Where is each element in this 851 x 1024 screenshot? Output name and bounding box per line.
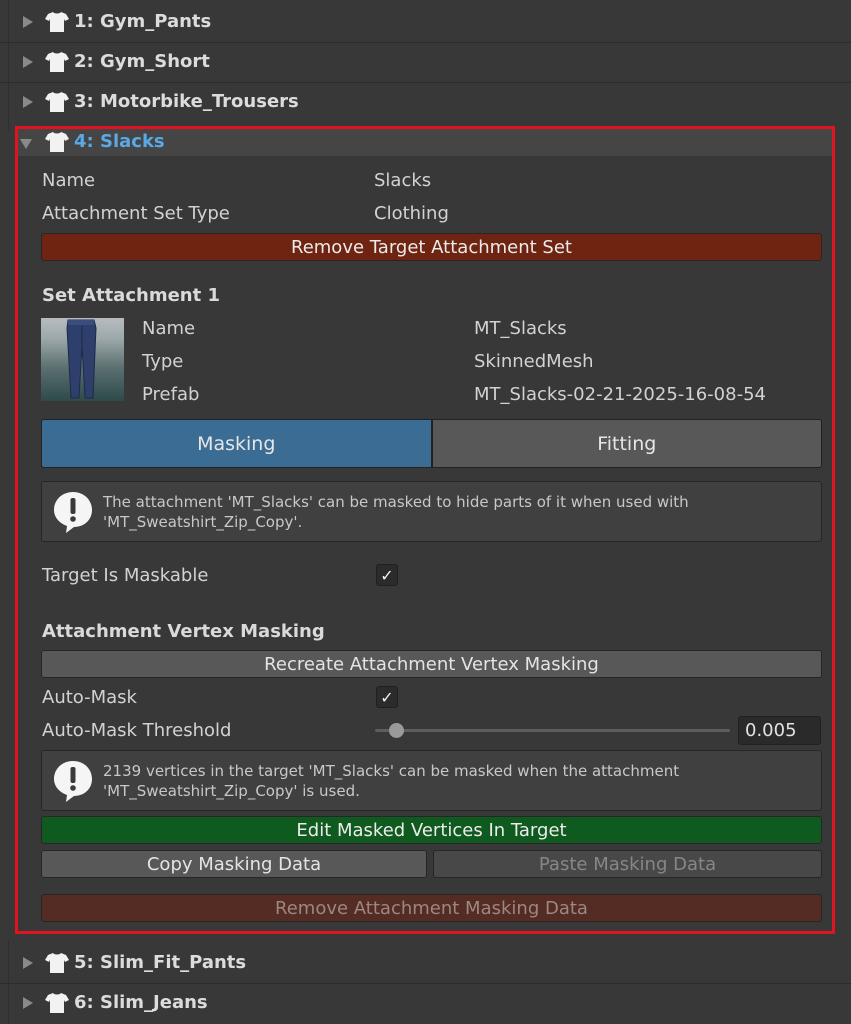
tshirt-icon <box>45 92 69 112</box>
attachment-name-value: MT_Slacks <box>474 318 567 339</box>
vertices-info-text: 2139 vertices in the target 'MT_Slacks' … <box>103 762 680 800</box>
tree-item-label: 2: Gym_Short <box>74 51 210 72</box>
auto-mask-threshold-label: Auto-Mask Threshold <box>42 720 232 741</box>
remove-masking-data-button[interactable]: Remove Attachment Masking Data <box>41 894 822 922</box>
info-icon <box>54 761 92 802</box>
attachment-prefab-label: Prefab <box>142 384 200 405</box>
vertices-info-box: 2139 vertices in the target 'MT_Slacks' … <box>41 750 822 811</box>
auto-mask-label: Auto-Mask <box>42 687 137 708</box>
expand-arrow-icon[interactable] <box>23 957 33 969</box>
info-icon <box>54 492 92 533</box>
tree-item-motorbike-trousers[interactable]: 3: Motorbike_Trousers <box>0 82 851 122</box>
tshirt-icon <box>45 12 69 32</box>
tshirt-icon <box>45 132 69 152</box>
target-is-maskable-checkbox[interactable]: ✓ <box>376 564 398 586</box>
expand-arrow-icon[interactable] <box>23 56 33 68</box>
collapse-arrow-icon[interactable] <box>20 139 32 149</box>
attachment-name-label: Name <box>142 318 196 339</box>
attachment-thumbnail <box>41 318 124 401</box>
tree-item-label: 1: Gym_Pants <box>74 11 212 32</box>
tshirt-icon <box>45 953 69 973</box>
remove-target-attachment-set-button[interactable]: Remove Target Attachment Set <box>41 233 822 261</box>
checkmark-icon: ✓ <box>380 687 394 707</box>
recreate-vertex-masking-button[interactable]: Recreate Attachment Vertex Masking <box>41 650 822 678</box>
tree-item-label: 3: Motorbike_Trousers <box>74 91 299 112</box>
attachment-type-value: SkinnedMesh <box>474 351 594 372</box>
expand-arrow-icon[interactable] <box>23 16 33 28</box>
name-label: Name <box>42 170 96 191</box>
masking-info-text: The attachment 'MT_Slacks' can be masked… <box>103 493 689 531</box>
tshirt-icon <box>45 993 69 1013</box>
tree-item-gym-short[interactable]: 2: Gym_Short <box>0 42 851 82</box>
auto-mask-checkbox[interactable]: ✓ <box>376 686 398 708</box>
attachment-set-type-label: Attachment Set Type <box>42 203 230 224</box>
pants-preview-image <box>66 319 97 399</box>
paste-masking-data-button[interactable]: Paste Masking Data <box>433 850 822 878</box>
expand-arrow-icon[interactable] <box>23 997 33 1009</box>
tree-item-label: 6: Slim_Jeans <box>74 992 208 1013</box>
tab-bar: Masking Fitting <box>41 419 822 468</box>
name-value: Slacks <box>374 170 432 191</box>
tree-item-slim-fit-pants[interactable]: 5: Slim_Fit_Pants <box>0 943 851 983</box>
tree-item-gym-pants[interactable]: 1: Gym_Pants <box>0 2 851 42</box>
tab-fitting[interactable]: Fitting <box>431 419 822 468</box>
threshold-value-field[interactable]: 0.005 <box>738 716 821 745</box>
attachment-set-type-value: Clothing <box>374 203 449 224</box>
tree-item-label: 5: Slim_Fit_Pants <box>74 952 247 973</box>
masking-info-box: The attachment 'MT_Slacks' can be masked… <box>41 481 822 542</box>
set-attachment-heading: Set Attachment 1 <box>42 285 220 306</box>
threshold-slider-track[interactable] <box>375 729 730 732</box>
tshirt-icon <box>45 52 69 72</box>
threshold-slider-handle[interactable] <box>389 723 404 738</box>
copy-masking-data-button[interactable]: Copy Masking Data <box>41 850 427 878</box>
checkmark-icon: ✓ <box>380 565 394 585</box>
vertex-masking-heading: Attachment Vertex Masking <box>42 621 325 642</box>
tree-item-slacks[interactable]: 4: Slacks <box>0 122 851 162</box>
tab-masking[interactable]: Masking <box>41 419 432 468</box>
attachment-type-label: Type <box>142 351 184 372</box>
attachment-prefab-value: MT_Slacks-02-21-2025-16-08-54 <box>474 384 766 405</box>
edit-masked-vertices-button[interactable]: Edit Masked Vertices In Target <box>41 816 822 844</box>
tree-item-slim-jeans[interactable]: 6: Slim_Jeans <box>0 983 851 1023</box>
tree-item-label: 4: Slacks <box>74 131 165 152</box>
expand-arrow-icon[interactable] <box>23 96 33 108</box>
target-is-maskable-label: Target Is Maskable <box>42 565 209 586</box>
